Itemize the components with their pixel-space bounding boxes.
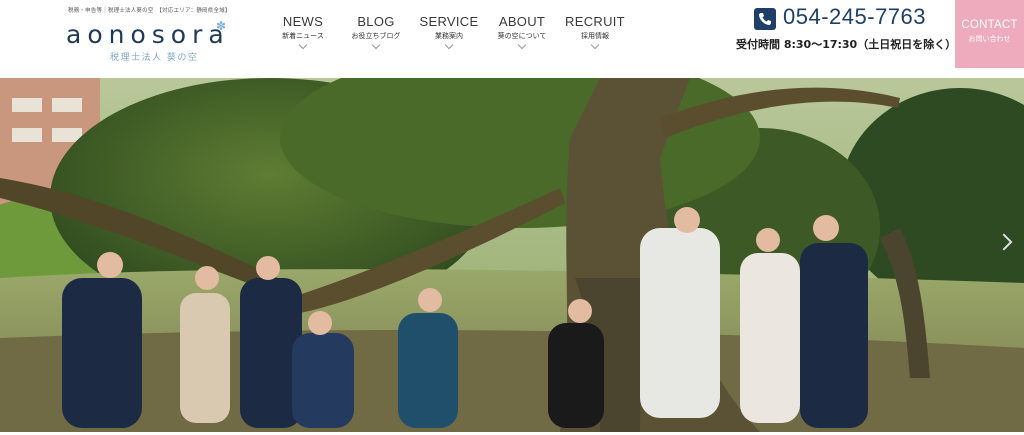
logo-star-icon: ✽ (216, 19, 227, 33)
contact-label-en: CONTACT (961, 19, 1018, 31)
nav-label-jp: 採用情報 (581, 32, 609, 40)
site-logo[interactable]: aonosora ✽ 税理士法人 葵の空 (66, 19, 251, 63)
nav-label-en: RECRUIT (565, 14, 625, 29)
chevron-down-icon (517, 40, 527, 50)
logo-subtitle: 税理士法人 葵の空 (110, 53, 199, 63)
chevron-down-icon (298, 40, 308, 50)
hero-slider (0, 78, 1024, 432)
header-tagline: 税務・申告等｜税理士法人葵の空 【対応エリア：静岡県全域】 (68, 8, 231, 14)
chevron-down-icon (590, 40, 600, 50)
contact-label-jp: お問い合わせ (968, 35, 1011, 43)
chevron-down-icon (371, 40, 381, 50)
chevron-down-icon (444, 40, 454, 50)
phone-icon (754, 8, 776, 30)
site-header: 税務・申告等｜税理士法人葵の空 【対応エリア：静岡県全域】 aonosora ✽… (0, 0, 1024, 68)
business-hours: 受付時間 8:30～17:30（土日祝日を除く） (736, 38, 957, 51)
contact-button[interactable]: CONTACT お問い合わせ (955, 0, 1024, 68)
nav-item-recruit[interactable]: RECRUIT 採用情報 (550, 14, 640, 50)
phone-number-link[interactable]: 054-245-7763 (783, 4, 926, 30)
hero-photo (0, 78, 1024, 432)
logo-wordmark: aonosora (66, 20, 230, 49)
